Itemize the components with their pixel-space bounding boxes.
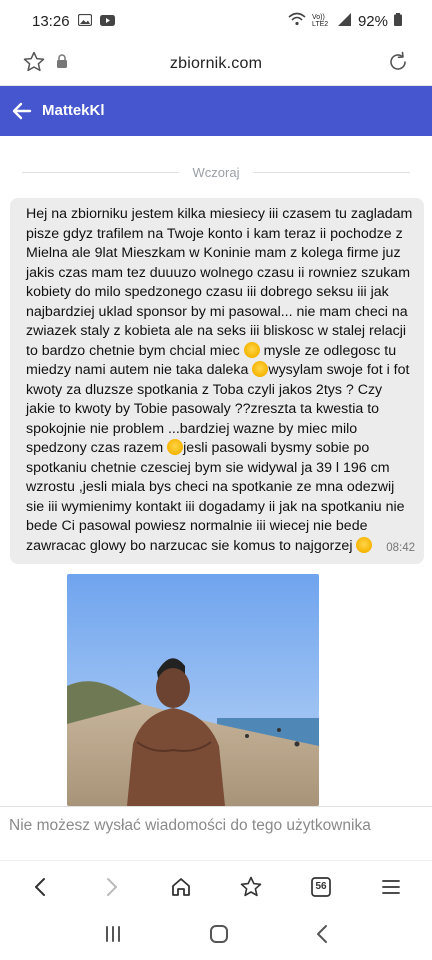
browser-back-icon[interactable] bbox=[21, 867, 61, 907]
message-segment: Hej na zbiorniku jestem kilka miesiecy i… bbox=[26, 206, 413, 359]
smiling-emoji-icon bbox=[356, 536, 373, 553]
wifi-icon bbox=[288, 12, 306, 30]
tabs-button[interactable]: 56 bbox=[301, 867, 341, 907]
back-arrow-icon[interactable] bbox=[10, 99, 34, 123]
browser-forward-icon[interactable] bbox=[91, 867, 131, 907]
message-input-disabled: Nie możesz wysłać wiadomości do tego uży… bbox=[0, 806, 432, 860]
cannot-send-notice: Nie możesz wysłać wiadomości do tego uży… bbox=[9, 817, 371, 834]
chat-header: MattekKl bbox=[0, 86, 432, 136]
smiling-emoji-icon bbox=[243, 341, 260, 358]
smiling-emoji-icon bbox=[252, 361, 269, 377]
divider-left bbox=[22, 171, 179, 173]
youtube-icon bbox=[99, 13, 115, 30]
bookmarks-star-icon[interactable] bbox=[231, 867, 271, 907]
network-label: Vo)) LTE2 bbox=[311, 14, 329, 28]
tabs-count: 56 bbox=[315, 880, 327, 892]
recent-apps-icon[interactable] bbox=[103, 925, 123, 948]
message-text: Hej na zbiorniku jestem kilka miesiecy i… bbox=[26, 205, 414, 556]
status-time: 13:26 bbox=[32, 12, 70, 30]
browser-url-bar[interactable]: zbiornik.com bbox=[0, 42, 432, 86]
message-photo[interactable] bbox=[67, 574, 319, 806]
system-home-icon[interactable] bbox=[209, 924, 229, 949]
message-bubble[interactable]: Hej na zbiorniku jestem kilka miesiecy i… bbox=[10, 198, 424, 564]
home-icon[interactable] bbox=[161, 867, 201, 907]
status-bar: 13:26 Vo)) LTE2 92% bbox=[0, 0, 432, 42]
battery-icon bbox=[394, 12, 402, 30]
divider-right bbox=[253, 171, 411, 173]
message-timestamp: 08:42 bbox=[386, 542, 415, 554]
conversation-title[interactable]: MattekKl bbox=[42, 102, 105, 119]
system-back-icon[interactable] bbox=[315, 924, 329, 949]
url-text[interactable]: zbiornik.com bbox=[170, 55, 262, 73]
gallery-icon bbox=[77, 13, 92, 30]
signal-icon bbox=[337, 12, 352, 30]
system-nav-bar bbox=[0, 912, 432, 960]
lock-icon[interactable] bbox=[56, 54, 68, 73]
battery-percent: 92% bbox=[357, 12, 388, 30]
message-segment: jesli pasowali bysmy sobie po spotkaniu … bbox=[26, 440, 405, 554]
smiling-emoji-icon bbox=[167, 439, 184, 455]
reload-icon[interactable] bbox=[386, 50, 410, 79]
date-separator-label: Wczoraj bbox=[192, 164, 240, 180]
menu-icon[interactable] bbox=[371, 867, 411, 907]
chat-area[interactable]: Wczoraj Hej na zbiorniku jestem kilka mi… bbox=[0, 136, 432, 806]
date-separator: Wczoraj bbox=[22, 162, 411, 182]
bookmark-star-icon[interactable] bbox=[22, 50, 46, 79]
browser-toolbar: 56 bbox=[0, 860, 432, 912]
